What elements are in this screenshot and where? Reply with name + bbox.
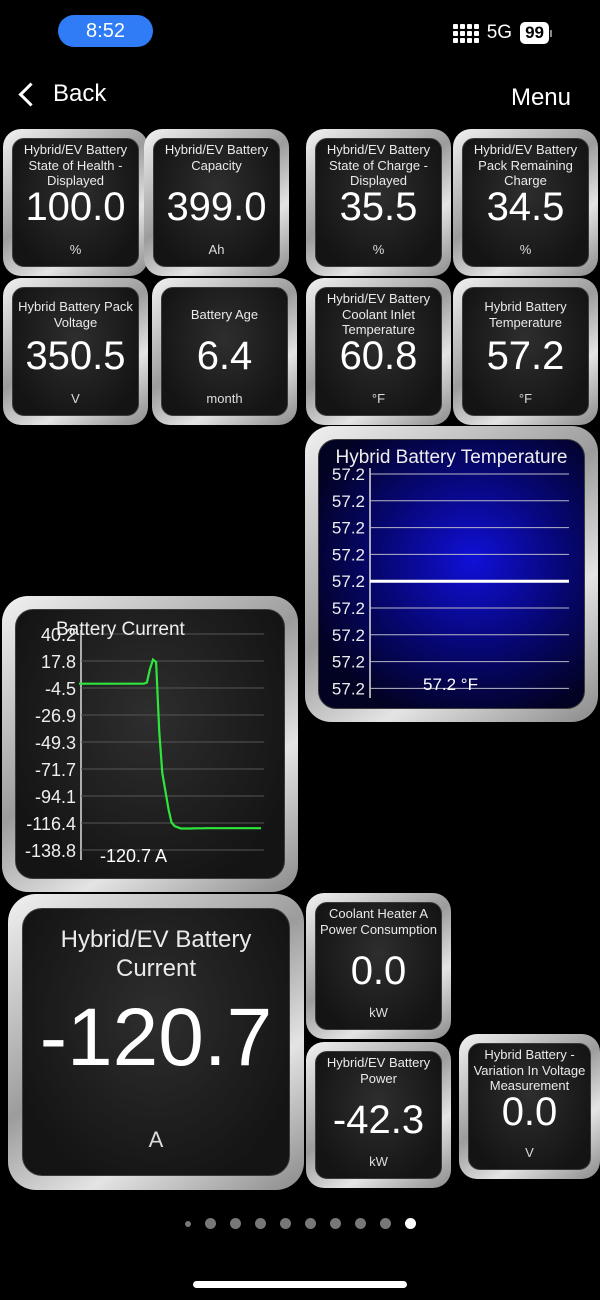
chart-title: Battery Current: [56, 619, 185, 640]
gauge-battery-temperature[interactable]: Hybrid Battery Temperature 57.2 °F: [453, 278, 598, 425]
gauge-title: Hybrid/EV Battery Capacity: [164, 142, 269, 173]
gauge-battery-power[interactable]: Hybrid/EV Battery Power -42.3 kW: [306, 1042, 451, 1188]
chart-title: Hybrid Battery Temperature: [335, 447, 568, 468]
gauge-value: 6.4: [196, 334, 253, 378]
gauge-battery-age[interactable]: Battery Age 6.4 month: [152, 278, 297, 425]
series-line: [79, 657, 261, 830]
gauge-coolant-inlet-temp[interactable]: Hybrid/EV Battery Coolant Inlet Temperat…: [306, 278, 451, 425]
network-type: 5G: [486, 22, 513, 43]
page-dot[interactable]: [254, 1218, 266, 1229]
gauge-unit: °F: [518, 391, 533, 406]
y-tick-label: 57.2: [332, 599, 365, 618]
gauge-state-of-charge[interactable]: Hybrid/EV Battery State of Charge - Disp…: [306, 129, 451, 276]
y-tick-label: 57.2: [332, 519, 365, 538]
chart-readout: -120.7 A: [100, 846, 168, 866]
gauge-unit: Ah: [208, 242, 225, 257]
y-tick-label: 57.2: [332, 492, 365, 511]
chart-readout: 57.2 °F: [423, 675, 478, 694]
gauge-value: 57.2: [486, 334, 565, 378]
gauge-unit: %: [372, 242, 385, 257]
gauge-title: Hybrid Battery - Variation In Voltage Me…: [473, 1047, 586, 1093]
gauge-value: -120.7: [39, 992, 273, 1083]
page-dot[interactable]: [379, 1218, 391, 1229]
gauge-value: 350.5: [25, 334, 126, 378]
y-tick-label: -116.4: [26, 814, 76, 834]
gauge-unit: %: [69, 242, 82, 257]
gauge-value: 100.0: [25, 185, 126, 229]
gauge-unit: V: [525, 1145, 534, 1160]
gauge-unit: %: [519, 242, 532, 257]
y-tick-label: -94.1: [35, 787, 76, 807]
gauge-value: 35.5: [339, 185, 418, 229]
y-tick-label: -4.5: [45, 679, 76, 699]
gauge-title: Hybrid Battery Temperature: [484, 299, 567, 330]
temperature-chart-plot: 57.257.257.257.257.257.257.257.257.2: [332, 465, 569, 698]
page-indicator[interactable]: [0, 1218, 600, 1229]
gauge-title: Hybrid/EV Battery State of Charge - Disp…: [326, 142, 431, 188]
current-chart-plot: 40.217.8-4.5-26.9-49.3-71.7-94.1-116.4-1…: [25, 625, 264, 861]
gauge-pack-voltage[interactable]: Hybrid Battery Pack Voltage 350.5 V: [3, 278, 148, 425]
page-dot[interactable]: [404, 1218, 416, 1229]
page-dot[interactable]: [204, 1218, 216, 1229]
y-tick-label: -26.9: [35, 706, 76, 726]
status-time: 8:52: [58, 15, 153, 47]
gauge-value: 34.5: [486, 185, 565, 229]
gauge-title: Hybrid/EV Battery State of Health - Disp…: [23, 142, 128, 188]
page-dot[interactable]: [229, 1218, 241, 1229]
gauge-capacity[interactable]: Hybrid/EV Battery Capacity 399.0 Ah: [144, 129, 289, 276]
gauge-unit: kW: [369, 1005, 388, 1020]
gauge-value: 0.0: [501, 1090, 558, 1134]
gauge-unit: month: [206, 391, 243, 406]
y-tick-label: 57.2: [332, 545, 365, 564]
y-tick-label: 57.2: [332, 653, 365, 672]
page-dot[interactable]: [304, 1218, 316, 1229]
gauge-voltage-variation[interactable]: Hybrid Battery - Variation In Voltage Me…: [459, 1034, 600, 1179]
gauge-title: Hybrid/EV Battery Current: [60, 926, 252, 982]
battery-icon: [550, 29, 552, 37]
current-chart-gauge[interactable]: 40.2 17.8 -4.5 -26.9 -49.3 -71.7 -94.1 -116.4 -1…: [2, 596, 298, 892]
gauge-unit: V: [71, 391, 80, 406]
gauge-remaining-charge[interactable]: Hybrid/EV Battery Pack Remaining Charge …: [453, 129, 598, 276]
menu-button[interactable]: Menu: [511, 84, 571, 112]
gauge-state-of-health[interactable]: Hybrid/EV Battery State of Health - Disp…: [3, 129, 148, 276]
gauge-coolant-heater-power[interactable]: Coolant Heater A Power Consumption 0.0 k…: [306, 893, 451, 1039]
gauge-title: Hybrid/EV Battery Coolant Inlet Temperat…: [326, 291, 431, 337]
temperature-chart-gauge[interactable]: 57.2 57.2 57.2 57.2 57.2 57.2 57.2 57.2 57.2 Hyb…: [305, 426, 598, 722]
gauge-battery-current[interactable]: Hybrid/EV Battery Current -120.7 A: [8, 894, 304, 1190]
gauge-value: -42.3: [332, 1098, 425, 1142]
gauge-unit: A: [148, 1127, 164, 1152]
page-dot[interactable]: [279, 1218, 291, 1229]
gauge-unit: °F: [371, 391, 386, 406]
y-tick-label: 17.8: [41, 652, 76, 672]
y-tick-label: 57.2: [332, 679, 365, 698]
y-tick-label: 57.2: [332, 626, 365, 645]
page-dot[interactable]: [184, 1220, 191, 1227]
gauge-title: Hybrid/EV Battery Pack Remaining Charge: [473, 142, 578, 188]
gauge-unit: kW: [369, 1154, 388, 1169]
gauge-title: Battery Age: [190, 307, 259, 322]
page-dot[interactable]: [354, 1218, 366, 1229]
chevron-left-icon: [18, 81, 43, 107]
gauge-title: Coolant Heater A Power Consumption: [319, 906, 438, 937]
gauge-value: 60.8: [339, 334, 418, 378]
y-tick-label: -71.7: [35, 760, 76, 780]
gauge-value: 399.0: [166, 185, 267, 229]
y-tick-label: -138.8: [25, 841, 76, 861]
back-label: Back: [53, 80, 107, 107]
page-dot[interactable]: [329, 1218, 341, 1229]
gauge-value: 0.0: [350, 949, 407, 993]
status-icons: 5G 99: [452, 22, 552, 44]
y-tick-label: -49.3: [35, 733, 76, 753]
cellular-signal-icon: [452, 23, 479, 43]
gauge-title: Hybrid Battery Pack Voltage: [18, 299, 133, 330]
gauge-title: Hybrid/EV Battery Power: [326, 1055, 431, 1086]
battery-level: 99: [520, 22, 549, 44]
home-indicator[interactable]: [193, 1281, 407, 1288]
y-tick-label: 57.2: [332, 572, 365, 591]
back-button[interactable]: Back: [16, 80, 106, 108]
